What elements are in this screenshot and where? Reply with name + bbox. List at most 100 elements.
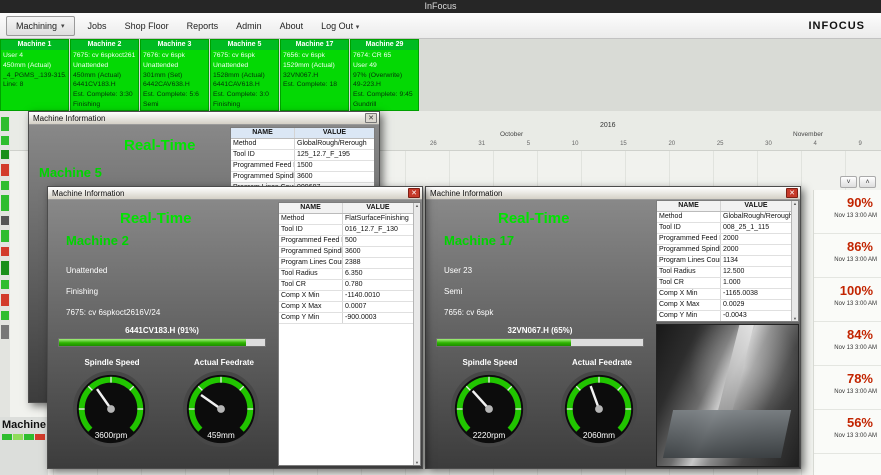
- kpi-row[interactable]: 84% Nov 13 3:00 AM: [814, 322, 881, 366]
- status-block[interactable]: [13, 434, 23, 440]
- param-name: Tool CR: [279, 280, 343, 290]
- param-value: 2388: [345, 259, 361, 266]
- status-block[interactable]: [1, 311, 9, 320]
- status-block[interactable]: [1, 230, 9, 242]
- param-name: Comp X Max: [657, 300, 721, 310]
- column-header-name: NAME: [657, 201, 721, 211]
- param-value: GlobalRough/Rerough: [297, 140, 367, 147]
- scroll-up-icon[interactable]: ▲: [414, 203, 420, 208]
- table-scrollbar[interactable]: ▲ ▼: [791, 201, 798, 321]
- status-block[interactable]: [2, 434, 12, 440]
- status-block[interactable]: [24, 434, 34, 440]
- dialog-title: Machine Information: [430, 188, 503, 198]
- scroll-down-icon[interactable]: ▼: [792, 316, 798, 321]
- machine-card-body: 7676: cv 6spk Unattended 301mm (Set) 644…: [141, 50, 208, 110]
- menu-bar: Machining ▾ Jobs Shop Floor Reports Admi…: [0, 13, 881, 39]
- status-block[interactable]: [1, 325, 9, 339]
- photo-workpiece: [663, 409, 792, 458]
- machine-information-dialog-machine-17: Machine Information ✕ Real-Time Machine …: [425, 186, 801, 469]
- menu-reports[interactable]: Reports: [178, 17, 228, 35]
- machine-card-5[interactable]: Machine 5 7675: cv 6spk Unattended 1528m…: [210, 39, 279, 111]
- kpi-row[interactable]: 86% Nov 13 3:00 AM: [814, 234, 881, 278]
- param-name: Programmed Feed Rate: [279, 236, 343, 246]
- machine-card-row: Machine 1 User 4 450mm (Actual) _4_PGMS_…: [0, 39, 419, 111]
- param-value: -900.0003: [345, 314, 377, 321]
- status-block[interactable]: [1, 294, 9, 306]
- status-block[interactable]: [35, 434, 45, 440]
- menu-admin[interactable]: Admin: [227, 17, 271, 35]
- machine-card-3[interactable]: Machine 3 7676: cv 6spk Unattended 301mm…: [140, 39, 209, 111]
- program-progress-bar: [436, 338, 644, 347]
- machine-card-line: Unattended: [213, 61, 249, 69]
- kpi-row[interactable]: 78% Nov 13 3:00 AM: [814, 366, 881, 410]
- day-tick: 15: [620, 141, 627, 147]
- status-block[interactable]: [1, 164, 9, 176]
- menu-log-out[interactable]: Log Out ▾: [312, 17, 368, 35]
- machine-card-line: 7676: cv 6spk: [143, 52, 185, 59]
- machine-card-line: Finishing: [73, 100, 101, 108]
- status-block[interactable]: [1, 261, 9, 275]
- day-tick: 5: [526, 141, 531, 147]
- status-block[interactable]: [1, 181, 9, 190]
- realtime-heading: Real-Time: [498, 210, 570, 227]
- scroll-up-icon[interactable]: ▲: [792, 201, 798, 206]
- machining-photo: [656, 324, 799, 467]
- machine-card-line: Est. Complete: 18: [283, 81, 338, 89]
- photo-spindle-highlight: [718, 325, 757, 413]
- close-icon[interactable]: ✕: [408, 188, 420, 198]
- status-block[interactable]: [1, 117, 9, 131]
- param-name: Comp Y Min: [657, 311, 721, 321]
- status-block[interactable]: [1, 150, 9, 159]
- menu-about[interactable]: About: [271, 17, 313, 35]
- machine-status: Unattended: [66, 266, 108, 275]
- actual-feedrate-value: 459mm: [207, 431, 235, 440]
- machine-card-line: 6441CAV618.H: [213, 81, 260, 89]
- day-tick: 9: [858, 141, 862, 147]
- program-progress-label: 6441CV183.H (91%): [125, 326, 199, 335]
- machine-card-line: Est. Complete: 3:0: [213, 91, 269, 99]
- close-icon[interactable]: ✕: [786, 188, 798, 198]
- machine-card-body: 7675: cv 6spk Unattended 1528mm (Actual)…: [211, 50, 278, 110]
- kpi-row[interactable]: 100% Nov 13 3:00 AM: [814, 278, 881, 322]
- machine-card-17[interactable]: Machine 17 7656: cv 6spk 1529mm (Actual)…: [280, 39, 349, 111]
- dialog-titlebar[interactable]: Machine Information ✕: [29, 112, 379, 125]
- machine-card-line: 6441CV183.H: [73, 81, 116, 89]
- kpi-row[interactable]: 90% Nov 13 3:00 AM: [814, 190, 881, 234]
- scroll-down-icon[interactable]: ▼: [414, 460, 420, 465]
- table-scrollbar[interactable]: ▲ ▼: [413, 203, 420, 465]
- param-name: Comp X Min: [657, 289, 721, 299]
- status-block[interactable]: [1, 136, 9, 145]
- param-name: Tool ID: [279, 225, 343, 235]
- close-icon[interactable]: ✕: [365, 113, 377, 123]
- menu-jobs[interactable]: Jobs: [79, 17, 116, 35]
- chevron-down-icon[interactable]: ˅: [840, 176, 857, 188]
- param-value: -1165.0038: [723, 290, 758, 297]
- chevron-up-icon[interactable]: ˄: [859, 176, 876, 188]
- table-row: Program Lines Count 2388: [279, 258, 413, 269]
- status-block[interactable]: [1, 280, 9, 289]
- window-titlebar[interactable]: InFocus: [0, 0, 881, 13]
- param-value: 2000: [723, 246, 739, 253]
- menu-machining-label: Machining: [16, 20, 58, 31]
- kpi-row[interactable]: 56% Nov 13 3:00 AM: [814, 410, 881, 454]
- status-block[interactable]: [1, 216, 9, 225]
- machine-card-29[interactable]: Machine 29 7674: CR 65 User 49 97% (Over…: [350, 39, 419, 111]
- machine-card-line: Est. Complete: 3:30: [73, 91, 133, 99]
- status-block[interactable]: [1, 195, 9, 211]
- machine-card-2[interactable]: Machine 2 7675: cv 6spkoct261 Unattended…: [70, 39, 139, 111]
- param-name: Method: [279, 214, 343, 224]
- param-value: 1.000: [723, 279, 741, 286]
- status-block[interactable]: [1, 247, 9, 256]
- utilization-percent: 56%: [846, 415, 873, 430]
- menu-machining[interactable]: Machining ▾: [6, 15, 75, 36]
- machine-card-title: Machine 2: [71, 40, 138, 50]
- param-name: Comp X Max: [279, 302, 343, 312]
- bottom-status-strip: [2, 434, 46, 440]
- realtime-heading: Real-Time: [124, 137, 196, 154]
- machine-card-1[interactable]: Machine 1 User 4 450mm (Actual) _4_PGMS_…: [0, 39, 69, 111]
- machine-card-line: 97% (Overwrite): [353, 71, 403, 79]
- table-row: Tool ID 125_12.7_F_195: [231, 150, 374, 161]
- dialog-titlebar[interactable]: Machine Information ✕: [48, 187, 422, 200]
- menu-shop-floor[interactable]: Shop Floor: [116, 17, 178, 35]
- dialog-titlebar[interactable]: Machine Information ✕: [426, 187, 800, 200]
